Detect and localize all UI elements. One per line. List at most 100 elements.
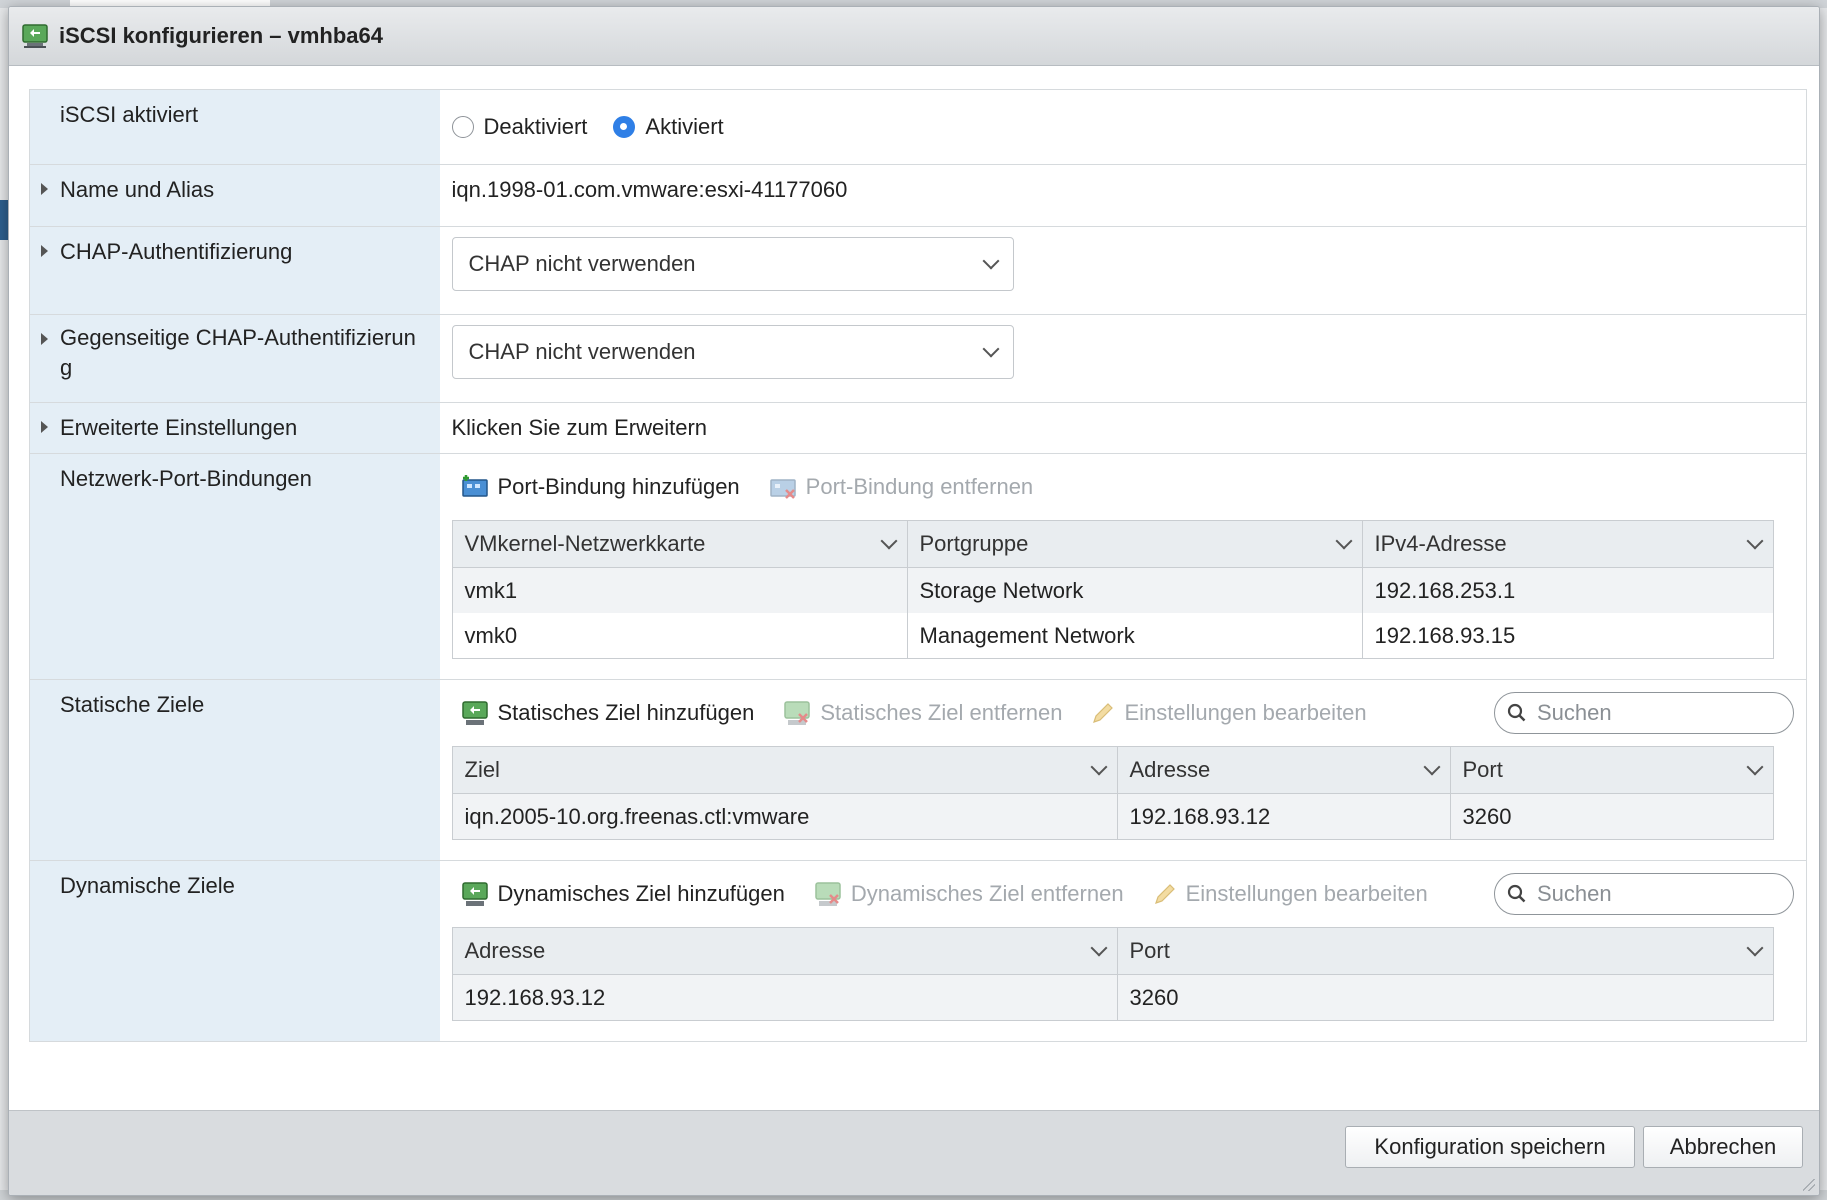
chevron-down-icon[interactable] — [1746, 532, 1763, 550]
dialog-content: iSCSI aktiviert Deaktiviert Aktiviert Na… — [29, 89, 1807, 1042]
column-header-label: Ziel — [464, 757, 500, 782]
edit-dynamic-settings-label: Einstellungen bearbeiten — [1185, 881, 1428, 906]
remove-dynamic-target-label: Dynamisches Ziel entfernen — [850, 881, 1124, 906]
cell-address: 192.168.93.12 — [452, 974, 1118, 1021]
remove-port-binding-label: Port-Bindung entfernen — [805, 474, 1034, 499]
column-header-vmkernel[interactable]: VMkernel-Netzwerkkarte — [452, 520, 908, 568]
table-row[interactable]: 192.168.93.12 3260 — [452, 974, 1774, 1021]
add-port-binding-button[interactable]: Port-Bindung hinzufügen — [460, 474, 740, 500]
expand-caret-icon[interactable] — [41, 183, 48, 195]
dialog-title: iSCSI konfigurieren – vmhba64 — [59, 23, 383, 48]
table-row[interactable]: iqn.2005-10.org.freenas.ctl:vmware 192.1… — [452, 793, 1774, 840]
column-header-port[interactable]: Port — [1450, 746, 1774, 794]
cell-target: iqn.2005-10.org.freenas.ctl:vmware — [452, 793, 1118, 840]
dynamic-targets-search[interactable] — [1494, 873, 1794, 915]
add-port-binding-label: Port-Bindung hinzufügen — [497, 474, 740, 499]
add-target-icon — [461, 882, 488, 906]
dialog-titlebar[interactable]: iSCSI konfigurieren – vmhba64 — [9, 7, 1819, 66]
settings-form: iSCSI aktiviert Deaktiviert Aktiviert Na… — [29, 89, 1807, 1042]
remove-target-icon — [784, 701, 811, 725]
column-header-address[interactable]: Adresse — [1117, 746, 1451, 794]
resize-grip-icon[interactable] — [1803, 1179, 1815, 1191]
column-header-portgroup[interactable]: Portgruppe — [907, 520, 1363, 568]
chevron-down-icon — [982, 340, 999, 358]
background-sidebar-edge — [0, 200, 8, 240]
table-row[interactable]: vmk1 Storage Network 192.168.253.1 — [452, 567, 1774, 613]
column-header-ipv4[interactable]: IPv4-Adresse — [1362, 520, 1774, 568]
column-header-port[interactable]: Port — [1117, 927, 1774, 975]
static-targets-value-cell: Statisches Ziel hinzufügen Statisches Zi… — [439, 679, 1807, 861]
row-advanced: Erweiterte Einstellungen Klicken Sie zum… — [29, 402, 1807, 454]
column-header-label: IPv4-Adresse — [1374, 531, 1507, 556]
port-bindings-toolbar: Port-Bindung hinzufügen Port-Bindung ent… — [452, 454, 1797, 520]
iscsi-enabled-label: iSCSI aktiviert — [29, 89, 440, 165]
radio-activated-label[interactable]: Aktiviert — [645, 114, 723, 140]
iscsi-enabled-value: Deaktiviert Aktiviert — [440, 90, 1807, 165]
edit-static-settings-button[interactable]: Einstellungen bearbeiten — [1090, 700, 1367, 726]
edit-dynamic-settings-button[interactable]: Einstellungen bearbeiten — [1152, 881, 1428, 907]
cell-vmkernel: vmk1 — [452, 567, 908, 613]
chap-select-value: CHAP nicht verwenden — [468, 251, 696, 276]
cell-ipv4: 192.168.93.15 — [1362, 613, 1774, 659]
expand-caret-icon[interactable] — [41, 245, 48, 257]
chevron-down-icon[interactable] — [1746, 939, 1763, 957]
add-static-target-label: Statisches Ziel hinzufügen — [497, 700, 755, 725]
cancel-button[interactable]: Abbrechen — [1643, 1126, 1803, 1168]
port-bindings-value-cell: Port-Bindung hinzufügen Port-Bindung ent… — [439, 453, 1807, 680]
chevron-down-icon[interactable] — [1090, 939, 1107, 957]
static-targets-toolbar: Statisches Ziel hinzufügen Statisches Zi… — [452, 680, 1797, 746]
static-targets-label-cell: Statische Ziele — [29, 679, 440, 861]
remove-dynamic-target-button[interactable]: Dynamisches Ziel entfernen — [813, 880, 1124, 908]
port-bindings-label: Netzwerk-Port-Bindungen — [60, 466, 312, 491]
iscsi-adapter-icon — [22, 24, 48, 48]
name-alias-expander[interactable]: Name und Alias — [29, 164, 440, 227]
static-targets-search-input[interactable] — [1535, 699, 1769, 727]
expand-caret-icon[interactable] — [41, 421, 48, 433]
name-alias-value-cell: iqn.1998-01.com.vmware:esxi-41177060 — [439, 164, 1807, 227]
chevron-down-icon — [982, 252, 999, 270]
dynamic-targets-table: Adresse Port 192.168.93.12 3260 — [451, 927, 1774, 1021]
iscsi-enabled-label-text: iSCSI aktiviert — [60, 102, 199, 127]
advanced-expand-hint[interactable]: Klicken Sie zum Erweitern — [452, 403, 1797, 441]
search-icon — [1507, 703, 1526, 722]
column-header-target[interactable]: Ziel — [452, 746, 1118, 794]
remove-target-icon — [815, 882, 841, 906]
row-chap: CHAP-Authentifizierung CHAP nicht verwen… — [29, 226, 1807, 315]
dynamic-targets-search-input[interactable] — [1535, 880, 1769, 908]
chevron-down-icon[interactable] — [1746, 758, 1763, 776]
name-alias-value: iqn.1998-01.com.vmware:esxi-41177060 — [451, 177, 848, 202]
table-row[interactable]: vmk0 Management Network 192.168.93.15 — [452, 613, 1774, 659]
cell-portgroup: Storage Network — [907, 567, 1363, 613]
mutual-chap-expander[interactable]: Gegenseitige CHAP-Authentifizierung — [29, 314, 440, 403]
static-targets-search[interactable] — [1494, 692, 1794, 734]
column-header-label: Port — [1129, 938, 1170, 963]
mutual-chap-label: Gegenseitige CHAP-Authentifizierung — [60, 325, 416, 380]
radio-activated[interactable] — [613, 116, 636, 138]
save-configuration-button[interactable]: Konfiguration speichern — [1345, 1126, 1635, 1168]
column-header-address[interactable]: Adresse — [452, 927, 1118, 975]
chevron-down-icon[interactable] — [1090, 758, 1107, 776]
remove-static-target-button[interactable]: Statisches Ziel entfernen — [782, 699, 1062, 727]
static-targets-label: Statische Ziele — [60, 692, 205, 717]
advanced-value-cell[interactable]: Klicken Sie zum Erweitern — [439, 402, 1807, 454]
column-header-label: VMkernel-Netzwerkkarte — [464, 531, 706, 556]
chap-label: CHAP-Authentifizierung — [60, 239, 293, 264]
chap-select[interactable]: CHAP nicht verwenden — [451, 237, 1014, 291]
remove-nic-icon — [769, 479, 796, 499]
expand-caret-icon[interactable] — [41, 333, 48, 345]
add-dynamic-target-button[interactable]: Dynamisches Ziel hinzufügen — [460, 880, 785, 908]
row-static-targets: Statische Ziele Statisches Ziel hinzufüg… — [29, 679, 1807, 861]
advanced-expander[interactable]: Erweiterte Einstellungen — [29, 402, 440, 454]
radio-deactivated[interactable] — [451, 116, 474, 138]
cell-port: 3260 — [1450, 793, 1774, 840]
dynamic-targets-label: Dynamische Ziele — [60, 873, 235, 898]
mutual-chap-select-value: CHAP nicht verwenden — [468, 339, 696, 364]
mutual-chap-select[interactable]: CHAP nicht verwenden — [451, 325, 1014, 379]
chevron-down-icon[interactable] — [1423, 758, 1440, 776]
chap-expander[interactable]: CHAP-Authentifizierung — [29, 226, 440, 315]
chevron-down-icon[interactable] — [880, 532, 897, 550]
add-static-target-button[interactable]: Statisches Ziel hinzufügen — [460, 699, 755, 727]
remove-port-binding-button[interactable]: Port-Bindung entfernen — [768, 474, 1034, 500]
radio-deactivated-label[interactable]: Deaktiviert — [484, 114, 588, 140]
chevron-down-icon[interactable] — [1335, 532, 1352, 550]
